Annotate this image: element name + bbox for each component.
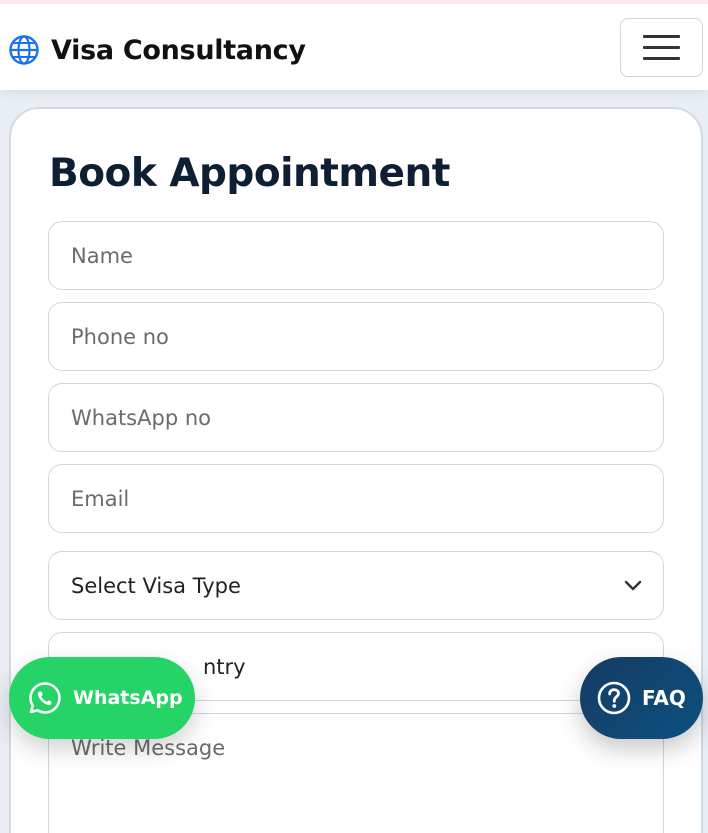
visa-type-value: Select Visa Type (71, 573, 241, 598)
brand-name: Visa Consultancy (51, 34, 306, 66)
whatsapp-button-label: WhatsApp (73, 687, 183, 709)
whatsapp-number-placeholder: WhatsApp no (71, 405, 211, 430)
form-title: Book Appointment (49, 151, 450, 196)
whatsapp-icon (29, 682, 61, 714)
hamburger-line (643, 46, 680, 49)
page: Visa Consultancy Book Appointment Name P… (0, 0, 708, 833)
hamburger-line (643, 35, 680, 38)
phone-placeholder: Phone no (71, 324, 169, 349)
email-input[interactable]: Email (48, 464, 664, 533)
globe-icon (9, 35, 39, 65)
name-placeholder: Name (71, 243, 133, 268)
hamburger-line (643, 57, 680, 60)
whatsapp-float-button[interactable]: WhatsApp (9, 657, 195, 739)
question-circle-icon (597, 681, 631, 715)
faq-float-button[interactable]: FAQ (580, 657, 703, 739)
menu-toggle-button[interactable] (620, 18, 703, 77)
faq-button-label: FAQ (642, 686, 686, 710)
navbar: Visa Consultancy (0, 4, 708, 90)
phone-input[interactable]: Phone no (48, 302, 664, 371)
chevron-down-icon (624, 580, 642, 591)
email-placeholder: Email (71, 486, 130, 511)
name-input[interactable]: Name (48, 221, 664, 290)
whatsapp-number-input[interactable]: WhatsApp no (48, 383, 664, 452)
brand-link[interactable]: Visa Consultancy (8, 30, 306, 70)
message-placeholder: Write Message (71, 736, 226, 760)
country-value: ntry (203, 654, 246, 679)
visa-type-select[interactable]: Select Visa Type (48, 551, 664, 620)
